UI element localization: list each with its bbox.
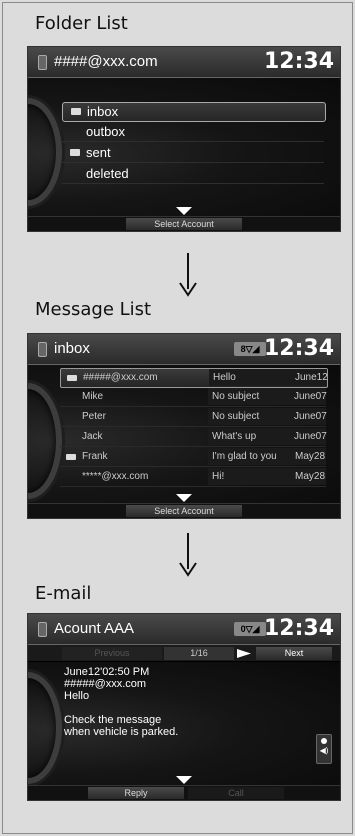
message-from: Mike [82, 391, 104, 402]
message-nav-bar: Previous 1/16 Next [28, 645, 340, 661]
folder-label: outbox [86, 124, 126, 139]
previous-button[interactable]: Previous [62, 647, 162, 660]
call-button[interactable]: Call [188, 787, 284, 799]
mail-icon [71, 108, 81, 115]
clock: 12:34 [263, 616, 334, 641]
account-title: ####@xxx.com [54, 53, 158, 70]
arrow-down-icon [179, 253, 197, 297]
message-list-body: #####@xxx.com Hello June12 Mike No subje… [28, 365, 340, 503]
message-row[interactable]: Peter No subject June07 [60, 408, 327, 427]
folder-label: deleted [86, 166, 129, 181]
screen-header: inbox 8▽◢ 12:34 [28, 334, 340, 365]
person-icon [321, 738, 327, 744]
folder-item-inbox[interactable]: inbox [62, 102, 326, 122]
message-subject: Hello [209, 369, 297, 386]
account-title: Acount AAA [54, 620, 135, 637]
parked-notice-line1: Check the message [64, 714, 162, 726]
email-subject: Hello [64, 690, 90, 702]
phone-icon [38, 342, 47, 357]
arrow-down-icon [179, 533, 197, 577]
message-list-screen: inbox 8▽◢ 12:34 #####@xxx.com Hello June… [27, 333, 341, 519]
message-row[interactable]: #####@xxx.com Hello June12 [60, 368, 328, 388]
parked-notice-line2: when vehicle is parked. [64, 726, 179, 738]
screen-footer: Reply Call [28, 776, 340, 800]
message-subject: I'm glad to you [208, 448, 296, 465]
message-from: Frank [82, 451, 108, 462]
chevron-down-icon [176, 494, 192, 502]
email-body: June12'02:50 PM #####@xxx.com Hello Chec… [28, 662, 340, 786]
message-from: #####@xxx.com [83, 372, 158, 383]
message-date: June07 [294, 408, 327, 425]
screen-footer: Select Account [28, 494, 340, 518]
select-account-button[interactable]: Select Account [126, 218, 242, 230]
email-screen: Acount AAA 0▽◢ 12:34 Previous 1/16 Next … [27, 613, 341, 801]
message-from: Peter [82, 411, 106, 422]
mail-icon [70, 149, 80, 156]
page-indicator: 1/16 [164, 647, 234, 660]
folder-item-outbox[interactable]: outbox [62, 123, 324, 142]
clock: 12:34 [263, 49, 334, 74]
clock: 12:34 [263, 336, 334, 361]
message-subject: No subject [208, 388, 296, 405]
screen-header: ####@xxx.com 12:34 [28, 47, 340, 78]
speaker-icon: ◀) [319, 746, 329, 755]
message-subject: Hi! [208, 468, 296, 485]
chevron-down-icon [176, 776, 192, 784]
manual-page: Folder List ####@xxx.com 12:34 inbox out… [2, 2, 353, 834]
folder-label: inbox [87, 104, 119, 119]
chevron-down-icon [176, 207, 192, 215]
signal-status-badge: 0▽◢ [234, 622, 266, 636]
folder-item-sent[interactable]: sent [62, 144, 324, 163]
folder-list-body: inbox outbox sent deleted [28, 78, 340, 216]
message-row[interactable]: Frank I'm glad to you May28 [60, 448, 326, 467]
folder-title: inbox [54, 340, 90, 357]
folder-list-screen: ####@xxx.com 12:34 inbox outbox sent del… [27, 46, 341, 232]
selector-dial [28, 672, 62, 784]
section-title-folder-list: Folder List [35, 13, 128, 34]
message-date: June12 [295, 369, 328, 386]
select-account-button[interactable]: Select Account [126, 505, 242, 517]
message-date: June07 [294, 388, 327, 405]
folder-label: sent [86, 145, 111, 160]
folder-item-deleted[interactable]: deleted [62, 165, 324, 184]
selector-dial [28, 383, 62, 499]
message-from: *****@xxx.com [82, 471, 149, 482]
mail-icon [66, 454, 76, 460]
message-row[interactable]: Jack What's up June07 [60, 428, 327, 447]
phone-icon [38, 55, 47, 70]
message-date: May28 [294, 468, 326, 485]
message-subject: No subject [208, 408, 296, 425]
mail-icon [67, 375, 77, 381]
screen-header: Acount AAA 0▽◢ 12:34 [28, 614, 340, 645]
selector-dial [28, 98, 62, 206]
screen-footer: Select Account [28, 207, 340, 231]
email-from: #####@xxx.com [64, 678, 147, 690]
message-subject: What's up [208, 428, 296, 445]
next-arrow-icon [237, 649, 251, 658]
message-from: Jack [82, 431, 103, 442]
message-row[interactable]: *****@xxx.com Hi! May28 [60, 468, 326, 487]
signal-status-badge: 8▽◢ [234, 342, 266, 356]
next-button[interactable]: Next [256, 647, 332, 660]
message-row[interactable]: Mike No subject June07 [60, 388, 327, 407]
read-aloud-button[interactable]: ◀) [316, 734, 332, 764]
section-title-email: E-mail [35, 583, 92, 604]
reply-button[interactable]: Reply [88, 787, 184, 799]
phone-icon [38, 622, 47, 637]
message-date: May28 [294, 448, 326, 465]
message-date: June07 [294, 428, 327, 445]
section-title-message-list: Message List [35, 299, 152, 320]
email-datetime: June12'02:50 PM [64, 666, 150, 678]
